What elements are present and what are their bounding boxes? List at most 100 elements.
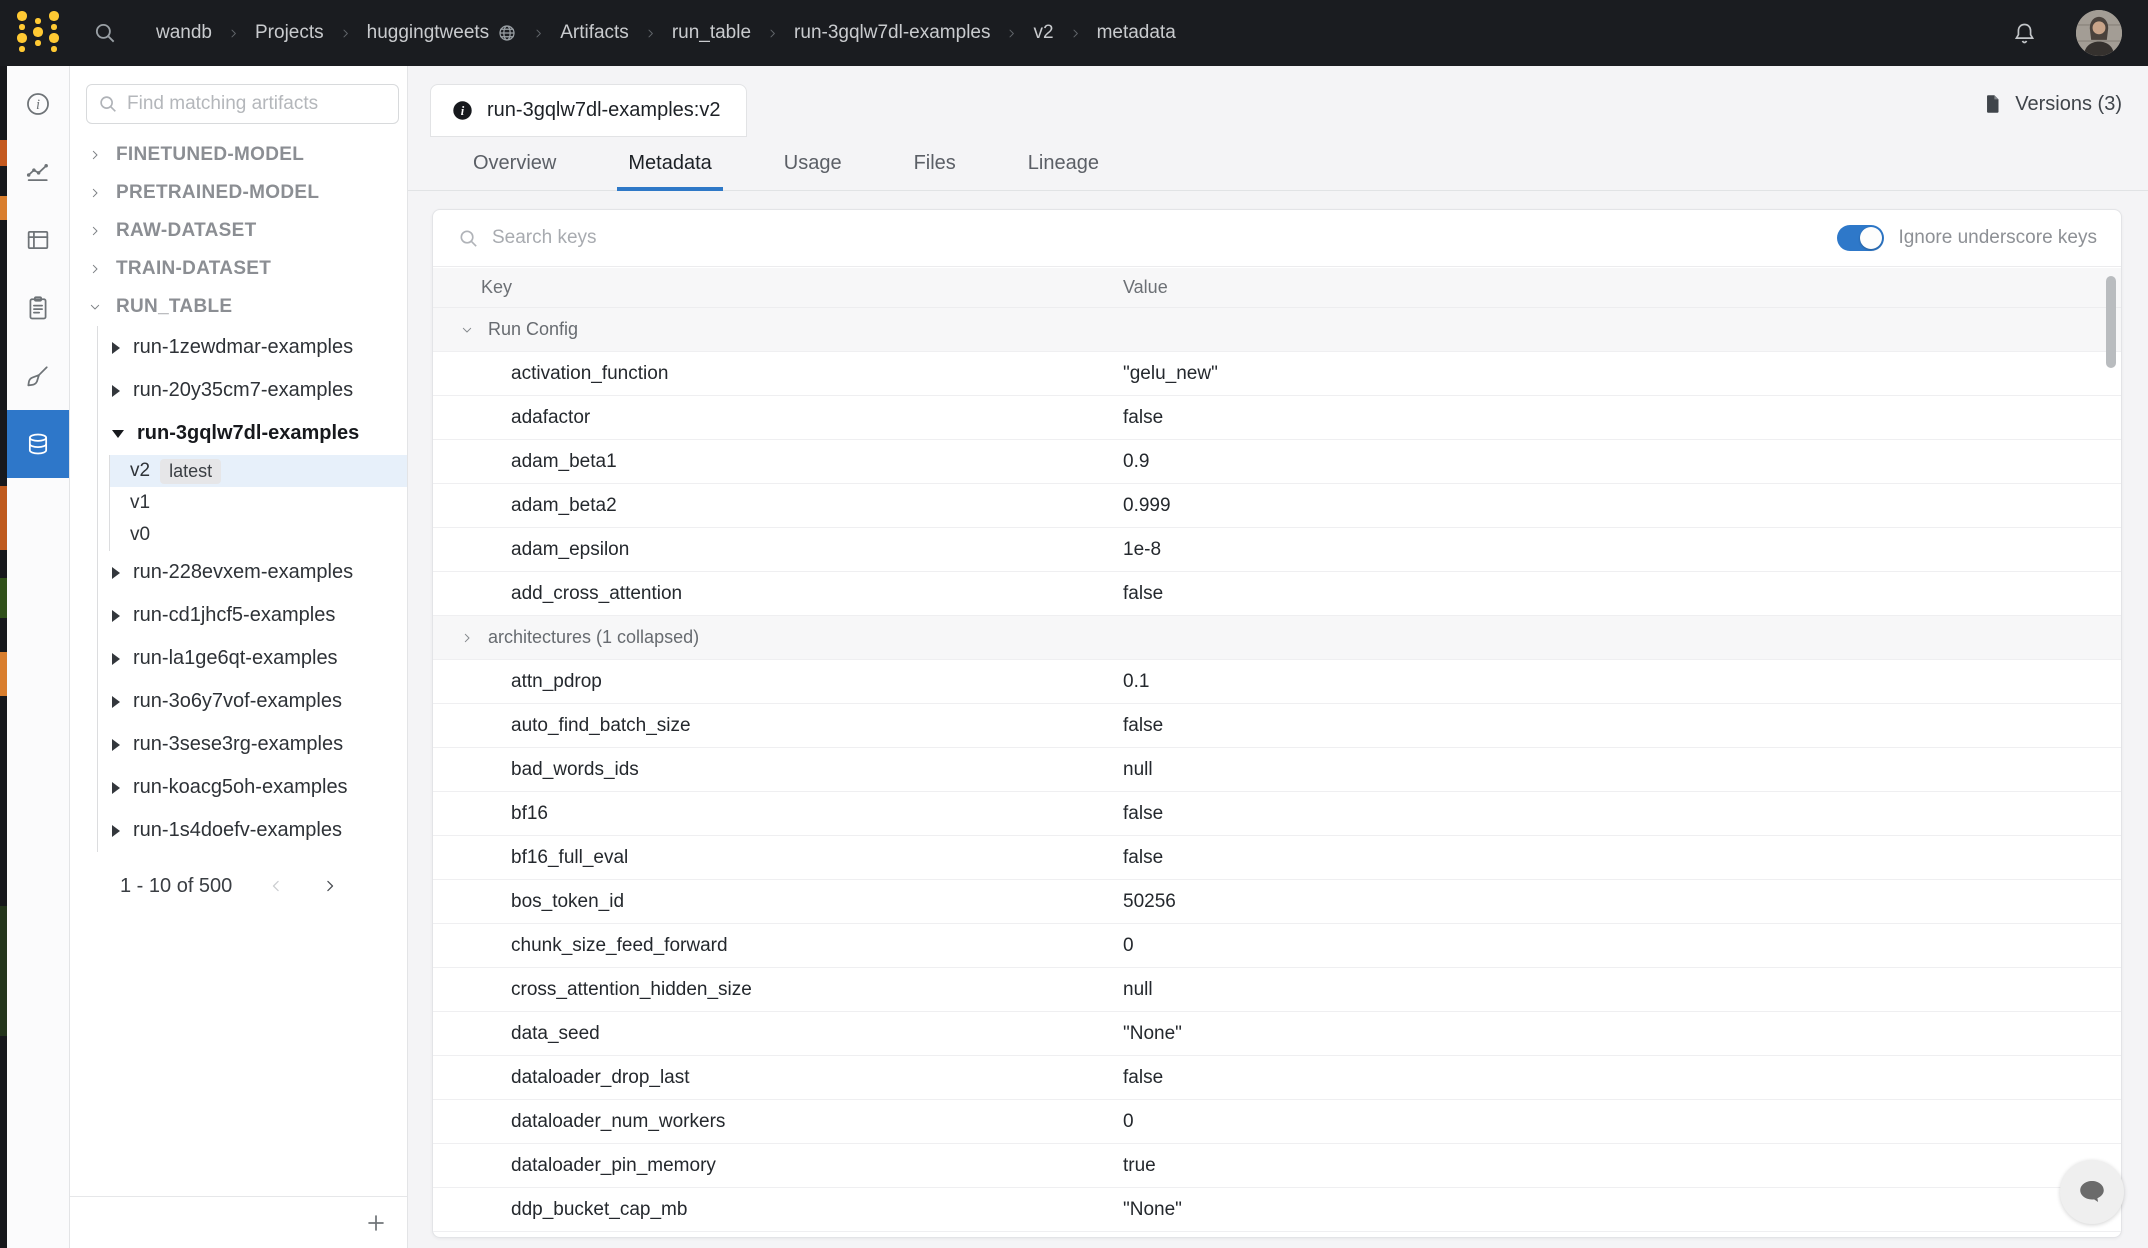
artifact-item-run-cd1jhcf5-examples[interactable]: run-cd1jhcf5-examples: [98, 594, 407, 637]
breadcrumb-item[interactable]: metadata: [1097, 22, 1176, 44]
artifact-item-run-la1ge6qt-examples[interactable]: run-la1ge6qt-examples: [98, 637, 407, 680]
key-cell: activation_function: [433, 363, 1123, 385]
collection-run_table[interactable]: RUN_TABLE: [70, 288, 407, 326]
artifact-item-label: run-1s4doefv-examples: [133, 819, 342, 842]
breadcrumb-item[interactable]: Artifacts: [560, 22, 629, 44]
collection-raw-dataset[interactable]: RAW-DATASET: [70, 212, 407, 250]
add-artifact-plus-icon[interactable]: [363, 1210, 389, 1236]
collection-pretrained-model[interactable]: PRETRAINED-MODEL: [70, 174, 407, 212]
table-row-adam_beta2: adam_beta20.999: [433, 484, 2121, 528]
collection-label: TRAIN-DATASET: [116, 258, 271, 280]
collection-finetuned-model[interactable]: FINETUNED-MODEL: [70, 136, 407, 174]
version-label: v0: [130, 524, 150, 546]
value-cell: "gelu_new": [1123, 363, 2121, 385]
artifact-item-run-3sese3rg-examples[interactable]: run-3sese3rg-examples: [98, 723, 407, 766]
artifact-item-label: run-20y35cm7-examples: [133, 379, 353, 402]
artifact-search-input[interactable]: [127, 93, 388, 115]
tab-lineage[interactable]: Lineage: [1025, 137, 1102, 190]
version-item-v2[interactable]: v2latest: [110, 455, 407, 487]
artifact-item-run-1zewdmar-examples[interactable]: run-1zewdmar-examples: [98, 326, 407, 369]
pagination-next-icon[interactable]: [320, 876, 340, 896]
artifact-item-run-3gqlw7dl-examples[interactable]: run-3gqlw7dl-examples: [98, 412, 407, 455]
left-icon-rail: i: [7, 66, 70, 1248]
versions-button-label: Versions (3): [2015, 93, 2122, 116]
desktop-edge-strip: [0, 66, 7, 1248]
version-item-v0[interactable]: v0: [110, 519, 407, 551]
collection-label: RUN_TABLE: [116, 296, 232, 318]
group-label: Run Config: [488, 319, 578, 340]
breadcrumb-item[interactable]: huggingtweets: [367, 22, 518, 44]
artifact-item-label: run-cd1jhcf5-examples: [133, 604, 335, 627]
collection-label: FINETUNED-MODEL: [116, 144, 304, 166]
tab-overview[interactable]: Overview: [470, 137, 559, 190]
artifact-version-chip[interactable]: i run-3gqlw7dl-examples:v2: [430, 84, 747, 137]
artifact-item-label: run-koacg5oh-examples: [133, 776, 348, 799]
collection-train-dataset[interactable]: TRAIN-DATASET: [70, 250, 407, 288]
chat-bubble-icon: [2075, 1175, 2109, 1209]
breadcrumb-item[interactable]: v2: [1033, 22, 1053, 44]
breadcrumb-item[interactable]: run_table: [672, 22, 751, 44]
breadcrumb: wandb Projects huggingtweets Artifacts run_t…: [156, 22, 1176, 44]
versions-button[interactable]: Versions (3): [1982, 92, 2122, 116]
table-header-row: Key Value: [433, 268, 2121, 308]
value-cell: false: [1123, 803, 2121, 825]
tab-metadata[interactable]: Metadata: [625, 137, 714, 190]
rail-item-sweeps[interactable]: [7, 342, 69, 410]
user-avatar[interactable]: [2076, 10, 2122, 56]
key-cell: adam_beta2: [433, 495, 1123, 517]
wandb-logo-icon[interactable]: [18, 10, 58, 56]
group-row-architectures[interactable]: architectures (1 collapsed): [433, 616, 2121, 660]
artifact-item-label: run-228evxem-examples: [133, 561, 353, 584]
value-cell: null: [1123, 979, 2121, 1001]
notifications-bell-icon[interactable]: [2011, 20, 2038, 47]
navbar-search-icon[interactable]: [92, 20, 118, 46]
artifact-item-run-koacg5oh-examples[interactable]: run-koacg5oh-examples: [98, 766, 407, 809]
ignore-underscore-toggle[interactable]: [1837, 225, 1884, 251]
tables-icon: [24, 226, 52, 254]
artifact-item-run-20y35cm7-examples[interactable]: run-20y35cm7-examples: [98, 369, 407, 412]
value-cell: 0: [1123, 935, 2121, 957]
rail-item-reports[interactable]: [7, 274, 69, 342]
pagination-label: 1 - 10 of 500: [120, 875, 232, 898]
version-item-v1[interactable]: v1: [110, 487, 407, 519]
chevron-right-icon: [459, 630, 475, 646]
tab-files[interactable]: Files: [911, 137, 959, 190]
rail-item-artifacts[interactable]: [7, 410, 69, 478]
caret-right-icon: [112, 825, 120, 837]
key-cell: bad_words_ids: [433, 759, 1123, 781]
key-cell: adam_epsilon: [433, 539, 1123, 561]
artifact-item-run-1s4doefv-examples[interactable]: run-1s4doefv-examples: [98, 809, 407, 852]
value-cell: "None": [1123, 1199, 2121, 1221]
artifact-item-run-228evxem-examples[interactable]: run-228evxem-examples: [98, 551, 407, 594]
chevron-right-icon: [87, 147, 103, 163]
breadcrumb-item[interactable]: Projects: [255, 22, 324, 44]
breadcrumb-item[interactable]: run-3gqlw7dl-examples: [794, 22, 990, 44]
chevron-right-icon: [87, 261, 103, 277]
run-table-children: run-1zewdmar-examples run-20y35cm7-exampl…: [97, 326, 407, 852]
key-cell: adafactor: [433, 407, 1123, 429]
chevron-right-icon: [87, 223, 103, 239]
breadcrumb-item[interactable]: wandb: [156, 22, 212, 44]
value-cell: false: [1123, 715, 2121, 737]
table-row-bf16: bf16false: [433, 792, 2121, 836]
value-cell: 0.9: [1123, 451, 2121, 473]
breadcrumb-separator-icon: [765, 26, 780, 41]
document-icon: [1982, 92, 2004, 116]
group-row-run[interactable]: Run Config: [433, 308, 2121, 352]
main-content: i run-3gqlw7dl-examples:v2 Overview Metad…: [408, 66, 2148, 1248]
search-icon: [97, 93, 119, 115]
tab-usage[interactable]: Usage: [781, 137, 845, 190]
rail-item-charts[interactable]: [7, 138, 69, 206]
table-scrollbar-thumb[interactable]: [2106, 276, 2116, 368]
key-cell: attn_pdrop: [433, 671, 1123, 693]
pagination-prev-icon[interactable]: [266, 876, 286, 896]
rail-item-info[interactable]: i: [7, 70, 69, 138]
breadcrumb-separator-icon: [226, 26, 241, 41]
tree-pagination: 1 - 10 of 500: [70, 866, 407, 906]
search-keys-input[interactable]: [492, 227, 1825, 249]
artifact-item-run-3o6y7vof-examples[interactable]: run-3o6y7vof-examples: [98, 680, 407, 723]
artifact-item-label: run-1zewdmar-examples: [133, 336, 353, 359]
caret-right-icon: [112, 782, 120, 794]
rail-item-tables[interactable]: [7, 206, 69, 274]
help-chat-button[interactable]: [2060, 1160, 2124, 1224]
